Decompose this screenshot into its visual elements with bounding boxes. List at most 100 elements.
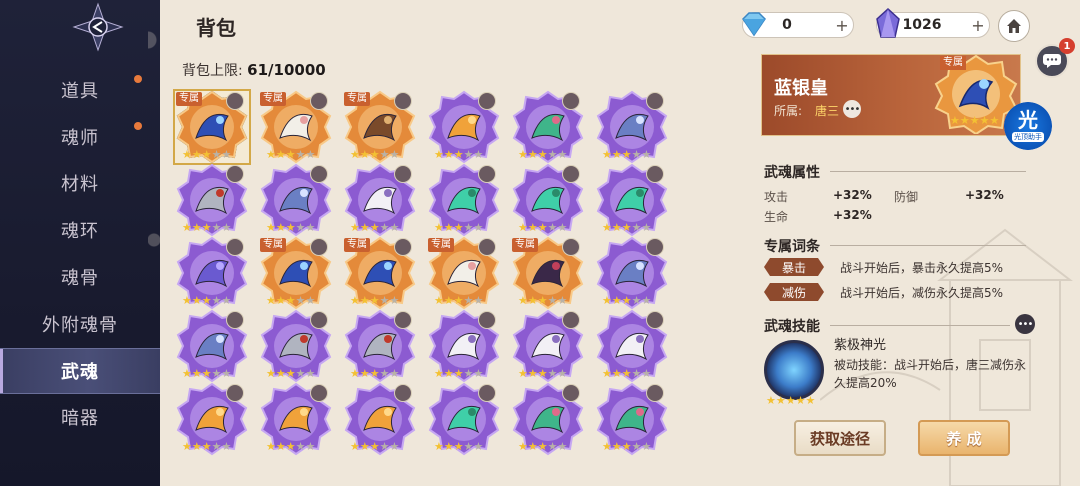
spirit-slot[interactable]: ★ ★ ★ ★ ★ — [594, 90, 670, 164]
spirit-slot[interactable]: ★ ★ ★ ★ ★ — [342, 382, 418, 456]
spirit-slot[interactable]: ★ ★ ★ ★ ★ — [426, 90, 502, 164]
sidebar-item-4[interactable]: 魂骨 — [0, 254, 160, 300]
exclusive-badge: 专属 — [428, 238, 454, 252]
owner-avatar — [646, 238, 664, 256]
spirit-slot[interactable]: 专属 ★ ★ ★ ★ ★ — [426, 236, 502, 310]
spirit-slot[interactable]: ★ ★ ★ ★ ★ — [174, 163, 250, 237]
defense-label: 防御 — [894, 190, 919, 204]
add-diamond-button[interactable]: + — [831, 14, 853, 36]
spirit-slot[interactable]: ★ ★ ★ ★ ★ — [594, 309, 670, 383]
star-rating: ★ ★ ★ ★ ★ — [182, 148, 232, 161]
star-rating: ★ ★ ★ ★ ★ — [266, 440, 316, 453]
exclusive-badge: 专属 — [260, 92, 286, 106]
sidebar-item-label: 材料 — [61, 174, 99, 195]
star-rating: ★ ★ ★ ★ ★ — [182, 221, 232, 234]
owner-avatar — [646, 165, 664, 183]
star-rating: ★ ★ ★ ★ ★ — [266, 294, 316, 307]
star-rating: ★ ★ ★ ★ ★ — [434, 294, 484, 307]
spirit-slot[interactable]: ★ ★ ★ ★ ★ — [510, 90, 586, 164]
add-crystal-button[interactable]: + — [967, 14, 989, 36]
sidebar-item-3[interactable]: 魂环 — [0, 207, 160, 253]
spirit-slot[interactable]: ★ ★ ★ ★ ★ — [258, 163, 334, 237]
skill-more-button[interactable]: ••• — [1015, 314, 1035, 334]
spirit-slot[interactable]: ★ ★ ★ ★ ★ — [342, 309, 418, 383]
spirit-slot[interactable]: ★ ★ ★ ★ ★ — [426, 309, 502, 383]
diamond-icon — [742, 12, 766, 37]
guang-assistant-label: 光顶助手 — [1012, 132, 1044, 142]
spirit-slot[interactable]: ★ ★ ★ ★ ★ — [594, 236, 670, 310]
red-dot-badge — [134, 122, 142, 130]
spirit-slot[interactable]: 专属 ★ ★ ★ ★ ★ — [258, 236, 334, 310]
skill-name: 紫极神光 — [834, 338, 887, 353]
spirit-name: 蓝银皇 — [774, 78, 828, 99]
owner-avatar — [394, 311, 412, 329]
spirit-slot[interactable]: ★ ★ ★ ★ ★ — [258, 382, 334, 456]
spirit-slot[interactable]: ★ ★ ★ ★ ★ — [426, 163, 502, 237]
crit-desc: 战斗开始后，暴击永久提高5% — [840, 261, 1004, 275]
sidebar-item-label: 魂师 — [61, 128, 99, 149]
spirit-slot[interactable]: ★ ★ ★ ★ ★ — [510, 163, 586, 237]
spirit-slot[interactable]: ★ ★ ★ ★ ★ — [510, 382, 586, 456]
sidebar-item-0[interactable]: 道具 — [0, 67, 160, 113]
exclusive-badge: 专属 — [260, 238, 286, 252]
owner-avatar — [478, 311, 496, 329]
exclusive-badge: 专属 — [512, 238, 538, 252]
star-rating: ★ ★ ★ ★ ★ — [350, 221, 400, 234]
spirit-slot[interactable]: ★ ★ ★ ★ ★ — [426, 382, 502, 456]
star-rating: ★ ★ ★ ★ ★ — [518, 221, 568, 234]
star-rating: ★ ★ ★ ★ ★ — [434, 440, 484, 453]
spirit-slot[interactable]: ★ ★ ★ ★ ★ — [594, 382, 670, 456]
owner-avatar — [310, 384, 328, 402]
spirit-slot[interactable]: ★ ★ ★ ★ ★ — [174, 382, 250, 456]
sidebar-item-label: 魂环 — [61, 221, 99, 242]
spirit-slot[interactable]: ★ ★ ★ ★ ★ — [174, 309, 250, 383]
star-rating: ★ ★ ★ ★ ★ — [434, 367, 484, 380]
spirit-slot[interactable]: 专属 ★ ★ ★ ★ ★ — [342, 236, 418, 310]
spirit-slot[interactable]: ★ ★ ★ ★ ★ — [174, 236, 250, 310]
skill-crystal-icon[interactable] — [764, 340, 824, 400]
spirit-slot[interactable]: ★ ★ ★ ★ ★ — [342, 163, 418, 237]
sidebar-item-5[interactable]: 外附魂骨 — [0, 301, 160, 347]
red-dot-badge — [134, 75, 142, 83]
guang-assistant-button[interactable]: 光 光顶助手 — [1004, 102, 1052, 150]
spirit-slot[interactable]: ★ ★ ★ ★ ★ — [258, 309, 334, 383]
owner-avatar — [562, 165, 580, 183]
skill-description: 被动技能：战斗开始后，唐三减伤永久提高20% — [834, 358, 1027, 390]
star-rating: ★ ★ ★ ★ ★ — [182, 367, 232, 380]
star-rating: ★ ★ ★ ★ ★ — [602, 148, 652, 161]
spirit-slot[interactable]: 专属 ★ ★ ★ ★ ★ — [173, 89, 251, 165]
owner-avatar — [226, 311, 244, 329]
owner-avatar — [394, 165, 412, 183]
skill-stars: ★★★★★ — [766, 394, 816, 407]
spirit-slot[interactable]: ★ ★ ★ ★ ★ — [510, 309, 586, 383]
compass-logo-icon[interactable] — [70, 2, 126, 52]
attack-value: +32% — [833, 188, 872, 202]
sidebar-item-2[interactable]: 材料 — [0, 160, 160, 206]
owner-avatar — [478, 92, 496, 110]
sidebar-item-7[interactable]: 暗器 — [0, 394, 160, 440]
entries-section-title: 专属词条 — [764, 239, 820, 255]
owner-avatar — [646, 311, 664, 329]
star-rating: ★ ★ ★ ★ ★ — [350, 367, 400, 380]
spirit-grid: 专属 ★ ★ ★ ★ ★ 专属 ★ ★ ★ ★ ★ 专属 ★ ★ ★ ★ ★ ★ ★ ★ ★ ★ ★ ★ ★ ★ ★ ★ ★ ★ ★ ★ ★ ★ ★ ★… — [173, 89, 672, 456]
crit-tag: 暴击 — [764, 258, 824, 276]
star-rating: ★ ★ ★ ★ ★ — [182, 294, 232, 307]
sidebar-item-1[interactable]: 魂师 — [0, 114, 160, 160]
owner-avatar — [394, 238, 412, 256]
owner-avatar — [310, 165, 328, 183]
owner-more-button[interactable]: ••• — [843, 100, 861, 118]
spirit-slot[interactable]: 专属 ★ ★ ★ ★ ★ — [510, 236, 586, 310]
sidebar-item-6[interactable]: 武魂 — [0, 348, 160, 394]
get-source-button[interactable]: 获取途径 — [794, 420, 886, 456]
home-button[interactable] — [998, 10, 1030, 42]
star-rating: ★ ★ ★ ★ ★ — [350, 148, 400, 161]
star-rating: ★ ★ ★ ★ ★ — [518, 148, 568, 161]
spirit-slot[interactable]: 专属 ★ ★ ★ ★ ★ — [342, 90, 418, 164]
dmg-reduce-desc: 战斗开始后，减伤永久提高5% — [840, 286, 1004, 300]
train-button[interactable]: 养 成 — [918, 420, 1010, 456]
spirit-slot[interactable]: ★ ★ ★ ★ ★ — [594, 163, 670, 237]
star-rating: ★ ★ ★ ★ ★ — [518, 294, 568, 307]
spirit-slot[interactable]: 专属 ★ ★ ★ ★ ★ — [258, 90, 334, 164]
star-rating: ★ ★ ★ ★ ★ — [350, 294, 400, 307]
owner-avatar — [226, 238, 244, 256]
